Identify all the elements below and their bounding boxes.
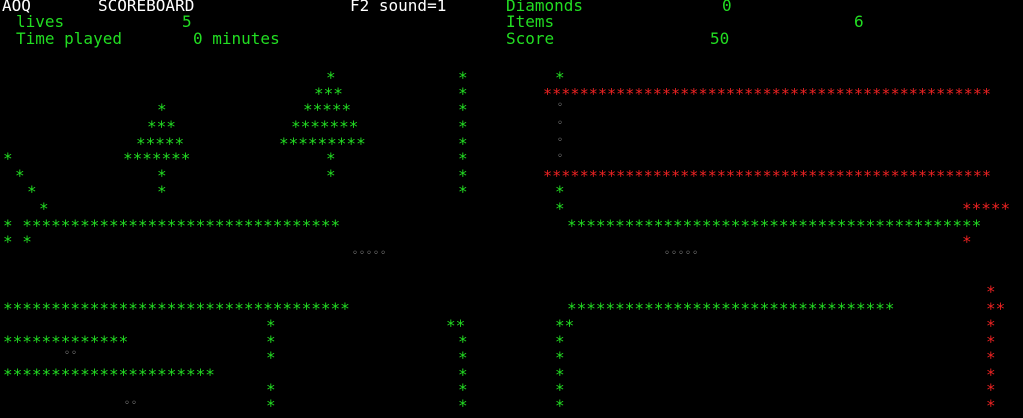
green-floor: ****************************************… bbox=[567, 216, 982, 235]
left-marker: * bbox=[555, 182, 565, 201]
red-drop: * bbox=[962, 232, 972, 251]
red-wall-segment: * bbox=[986, 396, 996, 415]
red-band: ****************************************… bbox=[543, 167, 992, 185]
lower-green-ceiling: ********************************** bbox=[567, 299, 895, 318]
top-marker: * bbox=[555, 68, 565, 87]
diamond: ◦ bbox=[557, 100, 564, 111]
red-tail: ** bbox=[986, 299, 1006, 318]
right-map: * **************************************… bbox=[0, 0, 1023, 418]
diamond: ◦ bbox=[557, 118, 564, 129]
wall-segment: * bbox=[555, 348, 565, 367]
red-marker: * bbox=[986, 282, 996, 301]
red-wall-segment: * bbox=[986, 348, 996, 367]
red-band: ****************************************… bbox=[543, 85, 992, 103]
diamond-row: ◦◦◦◦◦ bbox=[664, 248, 700, 259]
diamond: ◦ bbox=[557, 135, 564, 146]
red-ledge: ***** bbox=[962, 199, 1011, 218]
left-marker: * bbox=[555, 199, 565, 218]
game-screen: AOQ SCOREBOARD F2 sound=1 lives 5 Time p… bbox=[0, 0, 1023, 418]
wall-segment: * bbox=[555, 396, 565, 415]
diamond: ◦ bbox=[557, 151, 564, 162]
